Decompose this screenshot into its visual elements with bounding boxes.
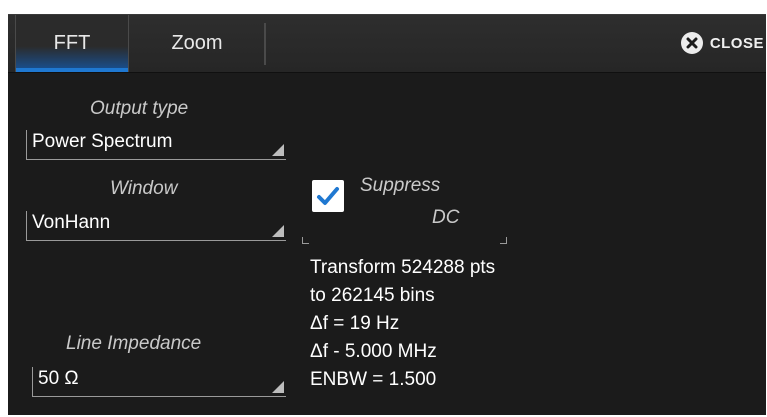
fft-dialog-panel: FFT Zoom CLOSE Output type Power Spectru…	[8, 14, 766, 415]
close-icon	[680, 32, 703, 54]
tab-zoom[interactable]: Zoom	[128, 15, 266, 72]
line-impedance-value: 50 Ω	[38, 368, 79, 389]
window-select[interactable]: VonHann	[26, 211, 286, 241]
dropdown-arrow-icon	[272, 225, 284, 237]
checkmark-icon	[317, 187, 339, 205]
checkbox-corner-right	[500, 237, 507, 244]
output-type-value: Power Spectrum	[32, 131, 173, 152]
suppress-dc-label-line1: Suppress	[360, 175, 441, 196]
frequency-span-text: Δf - 5.000 MHz	[310, 341, 437, 362]
dropdown-arrow-icon	[272, 144, 284, 156]
frequency-resolution-text: Δf = 19 Hz	[310, 313, 400, 334]
window-value: VonHann	[32, 212, 111, 233]
line-impedance-label: Line Impedance	[66, 333, 202, 354]
close-button[interactable]: CLOSE	[680, 29, 764, 57]
tab-bar: FFT Zoom CLOSE	[8, 15, 766, 73]
tab-divider	[264, 23, 266, 65]
checkbox-corner-left	[302, 237, 309, 244]
output-type-select[interactable]: Power Spectrum	[26, 130, 286, 160]
tab-fft[interactable]: FFT	[15, 15, 129, 72]
suppress-dc-checkbox[interactable]	[312, 180, 344, 212]
window-label: Window	[110, 178, 178, 199]
tab-zoom-label: Zoom	[171, 32, 223, 54]
dropdown-arrow-icon	[272, 381, 284, 393]
transform-points-text: Transform 524288 pts	[310, 257, 496, 278]
suppress-dc-label-line2: DC	[432, 207, 460, 228]
line-impedance-select[interactable]: 50 Ω	[32, 367, 286, 397]
enbw-text: ENBW = 1.500	[310, 369, 437, 390]
close-label: CLOSE	[709, 34, 764, 52]
output-type-label: Output type	[90, 98, 189, 119]
tab-fft-label: FFT	[53, 32, 91, 54]
bins-text: to 262145 bins	[310, 285, 435, 306]
